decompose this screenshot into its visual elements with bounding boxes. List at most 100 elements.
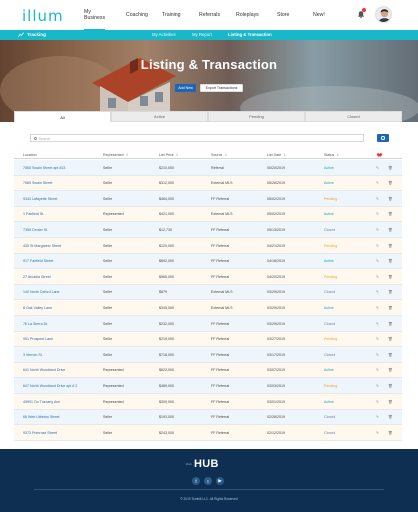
delete-icon[interactable]: 🗑 bbox=[388, 431, 393, 435]
location-link[interactable]: 7565 Swain Street apt #23 bbox=[23, 166, 65, 170]
col-list-price[interactable]: List Price ⇕ bbox=[159, 153, 179, 157]
hub-logo[interactable]: HUB bbox=[194, 458, 219, 470]
col-source[interactable]: Source ⇕ bbox=[211, 153, 227, 157]
table-row[interactable]: 8 Oak Valley Lane Seller $345,000 External … bbox=[14, 300, 402, 316]
table-row[interactable]: 647 North Woodland Drive apt # 2 Represen… bbox=[14, 378, 402, 394]
app-logo[interactable]: illum bbox=[22, 7, 64, 25]
youtube-icon[interactable]: ▶ bbox=[216, 477, 224, 485]
table-row[interactable]: 7565 Swain Street Seller $312,000 External … bbox=[14, 175, 402, 192]
location-link[interactable]: 1 Fairfield St. bbox=[23, 212, 44, 216]
delete-icon[interactable]: 🗑 bbox=[388, 337, 393, 341]
nav-my-business[interactable]: My Business bbox=[84, 0, 105, 30]
tab-pending[interactable]: Pending bbox=[208, 111, 305, 122]
export-transactions-button[interactable]: Export Transactions bbox=[200, 84, 243, 92]
table-row[interactable]: 9343 Lafayette Street Seller $464,000 FF Re… bbox=[14, 191, 402, 207]
edit-icon[interactable]: ✎ bbox=[376, 353, 380, 357]
delete-icon[interactable]: 🗑 bbox=[388, 290, 393, 294]
location-link[interactable]: 3 Vernon St. bbox=[23, 353, 43, 357]
nav-new[interactable]: New! bbox=[313, 0, 325, 30]
location-link[interactable]: 27 Arcadia Street bbox=[23, 275, 51, 279]
delete-icon[interactable]: 🗑 bbox=[388, 384, 393, 388]
table-row[interactable]: 641 North Woodland Drive Represented $622,… bbox=[14, 362, 402, 379]
edit-icon[interactable]: ✎ bbox=[376, 212, 380, 216]
edit-icon[interactable]: ✎ bbox=[376, 415, 380, 419]
delete-icon[interactable]: 🗑 bbox=[388, 197, 393, 201]
add-new-button[interactable]: Add New bbox=[175, 84, 196, 92]
sublink-my-report[interactable]: My Report bbox=[192, 32, 212, 37]
edit-icon[interactable]: ✎ bbox=[376, 384, 380, 388]
nav-coaching[interactable]: Coaching bbox=[126, 0, 148, 30]
location-link[interactable]: 140 North Oxford Lane bbox=[23, 290, 60, 294]
facebook-icon[interactable]: f bbox=[192, 477, 200, 485]
delete-icon[interactable]: 🗑 bbox=[388, 166, 393, 170]
edit-icon[interactable]: ✎ bbox=[376, 259, 380, 263]
twitter-icon[interactable]: t bbox=[204, 477, 212, 485]
delete-icon[interactable]: 🗑 bbox=[388, 275, 393, 279]
location-link[interactable]: 435 St Margaretc Street bbox=[23, 244, 61, 248]
table-row[interactable]: 917 Fairfield Street Seller $892,000 FF Ref… bbox=[14, 253, 402, 270]
nav-store[interactable]: Store bbox=[277, 0, 289, 30]
table-row[interactable]: 76 La Sierra Dr. Seller $232,000 FF Referra… bbox=[14, 316, 402, 332]
edit-icon[interactable]: ✎ bbox=[376, 290, 380, 294]
table-row[interactable]: 66 Web Littleton Street Seller $193,000 FF … bbox=[14, 409, 402, 426]
edit-icon[interactable]: ✎ bbox=[376, 197, 380, 201]
location-link[interactable]: 9373 Primrose Street bbox=[23, 431, 57, 435]
col-represented[interactable]: Represented ⇕ bbox=[103, 153, 129, 157]
tab-closed[interactable]: Closed bbox=[305, 111, 402, 122]
edit-icon[interactable]: ✎ bbox=[376, 431, 380, 435]
edit-icon[interactable]: ✎ bbox=[376, 337, 380, 341]
location-link[interactable]: 76 La Sierra Dr. bbox=[23, 322, 48, 326]
search-input[interactable]: Search bbox=[30, 134, 364, 142]
col-list-date[interactable]: List Date ⇕ bbox=[267, 153, 286, 157]
delete-icon[interactable]: 🗑 bbox=[388, 244, 393, 248]
edit-icon[interactable]: ✎ bbox=[376, 166, 380, 170]
edit-icon[interactable]: ✎ bbox=[376, 368, 380, 372]
edit-icon[interactable]: ✎ bbox=[376, 275, 380, 279]
delete-icon[interactable]: 🗑 bbox=[388, 259, 393, 263]
delete-icon[interactable]: 🗑 bbox=[388, 400, 393, 404]
location-link[interactable]: 7355 Center St bbox=[23, 228, 47, 232]
sublink-listing-transaction[interactable]: Listing & Transaction bbox=[228, 32, 272, 37]
location-link[interactable]: 641 North Woodland Drive bbox=[23, 368, 65, 372]
edit-icon[interactable]: ✎ bbox=[376, 228, 380, 232]
tracking-section[interactable]: Tracking bbox=[18, 32, 46, 37]
nav-roleplays[interactable]: Roleplays bbox=[236, 0, 259, 30]
location-link[interactable]: 951 Prospect Lane bbox=[23, 337, 53, 341]
table-row[interactable]: 1 Fairfield St. Represented $421,000 Extern… bbox=[14, 206, 402, 223]
nav-training[interactable]: Training bbox=[162, 0, 181, 30]
delete-icon[interactable]: 🗑 bbox=[388, 212, 393, 216]
nav-referrals[interactable]: Referrals bbox=[199, 0, 220, 30]
table-row[interactable]: 27 Arcadia Street Seller $565,000 FF Referr… bbox=[14, 269, 402, 285]
delete-icon[interactable]: 🗑 bbox=[388, 181, 393, 185]
location-link[interactable]: 49991 Go Tuscany Ave bbox=[23, 400, 60, 404]
edit-icon[interactable]: ✎ bbox=[376, 322, 380, 326]
location-link[interactable]: 647 North Woodland Drive apt # 2 bbox=[23, 384, 77, 388]
location-link[interactable]: 7565 Swain Street bbox=[23, 181, 52, 185]
edit-icon[interactable]: ✎ bbox=[376, 244, 380, 248]
table-row[interactable]: 435 St Margaretc Street Seller $120,000 FF … bbox=[14, 238, 402, 254]
table-row[interactable]: 3 Vernon St. Seller $718,000 FF Referral 03/… bbox=[14, 347, 402, 363]
tab-active[interactable]: Active bbox=[111, 111, 208, 122]
table-row[interactable]: 9373 Primrose Street Seller $243,000 FF Ref… bbox=[14, 425, 402, 441]
user-avatar[interactable] bbox=[375, 6, 392, 23]
location-link[interactable]: 9343 Lafayette Street bbox=[23, 197, 57, 201]
table-row[interactable]: 140 North Oxford Lane Seller $879 External … bbox=[14, 284, 402, 301]
edit-icon[interactable]: ✎ bbox=[376, 181, 380, 185]
table-row[interactable]: 7355 Center St Seller $12,730 FF Referral 05… bbox=[14, 222, 402, 238]
delete-icon[interactable]: 🗑 bbox=[388, 353, 393, 357]
table-row[interactable]: 951 Prospect Lane Seller $219,000 FF Referr… bbox=[14, 331, 402, 348]
edit-icon[interactable]: ✎ bbox=[376, 306, 380, 310]
delete-icon[interactable]: 🗑 bbox=[388, 368, 393, 372]
search-button[interactable] bbox=[377, 134, 389, 142]
delete-icon[interactable]: 🗑 bbox=[388, 306, 393, 310]
location-link[interactable]: 66 Web Littleton Street bbox=[23, 415, 60, 419]
location-link[interactable]: 8 Oak Valley Lane bbox=[23, 306, 52, 310]
tab-all[interactable]: All bbox=[14, 111, 111, 122]
location-link[interactable]: 917 Fairfield Street bbox=[23, 259, 53, 263]
sublink-my-activities[interactable]: My Activities bbox=[152, 32, 176, 37]
table-row[interactable]: 7565 Swain Street apt #23 Seller $210,000 R… bbox=[14, 160, 402, 176]
delete-icon[interactable]: 🗑 bbox=[388, 415, 393, 419]
col-status[interactable]: Status ⇕ bbox=[324, 153, 339, 157]
edit-icon[interactable]: ✎ bbox=[376, 400, 380, 404]
col-location[interactable]: Location bbox=[23, 153, 37, 157]
